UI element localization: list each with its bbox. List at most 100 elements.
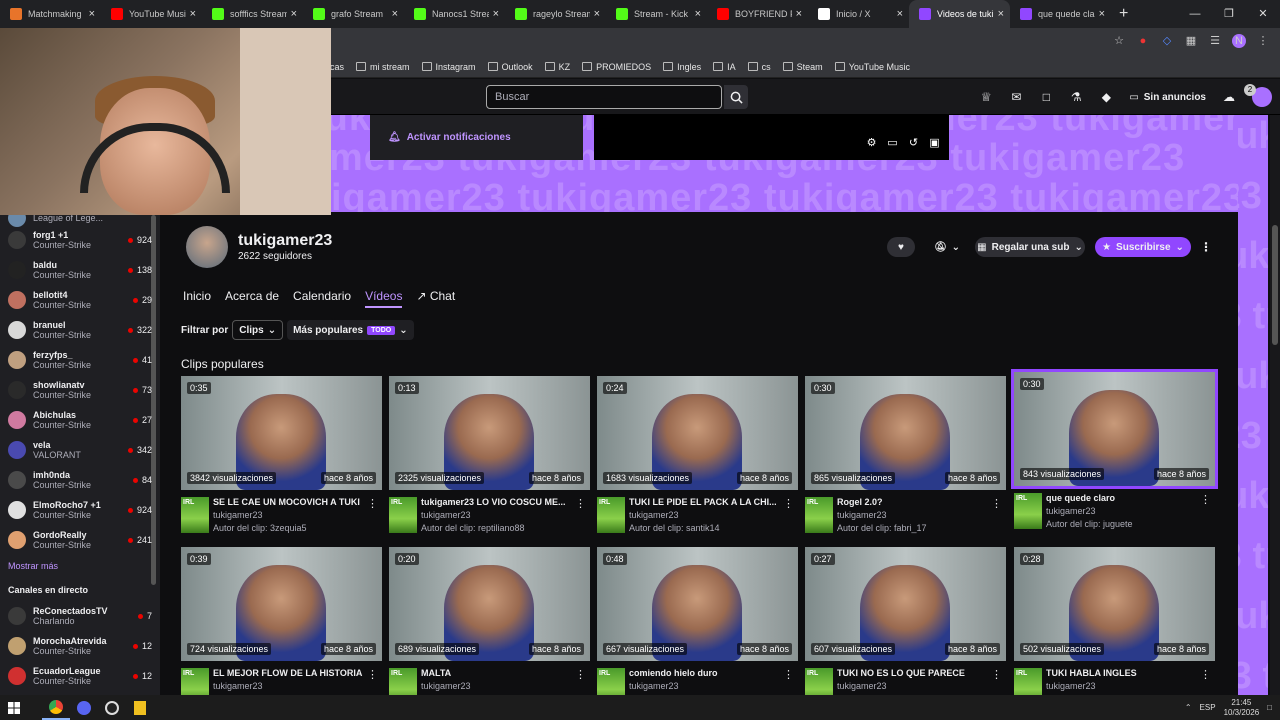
clip-title[interactable]: Rogel 2.0? xyxy=(837,497,989,507)
bookmark-item[interactable]: IA xyxy=(713,62,736,72)
clip-card[interactable]: 0:24 1683 visualizaciones hace 8 años IRL TU… xyxy=(597,376,798,537)
reading-list-icon[interactable]: ☰ xyxy=(1208,34,1222,48)
clip-channel[interactable]: tukigamer23 xyxy=(1046,681,1096,691)
new-tab-icon[interactable]: + xyxy=(1119,5,1128,23)
tab-close-icon[interactable]: × xyxy=(291,8,297,20)
drops-icon[interactable]: ☁ xyxy=(1222,90,1236,104)
extension-blue-icon[interactable]: ◇ xyxy=(1160,34,1174,48)
clip-channel[interactable]: tukigamer23 xyxy=(213,681,263,691)
bookmark-item[interactable]: mi stream xyxy=(356,62,410,72)
browser-tab[interactable]: Stream - Kick × xyxy=(606,0,707,28)
sidebar-channel[interactable]: showlianatv Counter-Strike 73 xyxy=(0,375,160,405)
extensions-puzzle-icon[interactable]: ▦ xyxy=(1184,34,1198,48)
restore-icon[interactable]: ❐ xyxy=(1212,0,1246,28)
clip-channel[interactable]: tukigamer23 xyxy=(421,681,471,691)
sidebar-channel[interactable]: Abichulas Counter-Strike 27 xyxy=(0,405,160,435)
crown-icon[interactable]: ♕ xyxy=(979,90,993,104)
profile-avatar[interactable]: N xyxy=(1232,34,1246,48)
clip-card[interactable]: 0:30 865 visualizaciones hace 8 años IRL Rog… xyxy=(805,376,1006,537)
clip-title[interactable]: MALTA xyxy=(421,668,573,678)
close-window-icon[interactable]: ✕ xyxy=(1246,0,1280,28)
game-category-icon[interactable]: IRL xyxy=(1014,493,1042,529)
clip-more-icon[interactable]: ⋮ xyxy=(367,497,378,510)
clip-thumbnail[interactable]: 0:30 865 visualizaciones hace 8 años xyxy=(805,376,1006,490)
sidebar-channel[interactable]: MorochaAtrevida Counter-Strike 12 xyxy=(0,631,160,661)
bookmark-item[interactable]: PROMIEDOS xyxy=(582,62,651,72)
browser-tab[interactable]: rageylo Stream × xyxy=(505,0,606,28)
notification-center-icon[interactable]: □ xyxy=(1267,703,1272,712)
video-player[interactable]: ⚙ ▭ ↺ ▣ xyxy=(594,115,949,160)
clip-channel[interactable]: tukigamer23 xyxy=(837,510,887,520)
tab-close-icon[interactable]: × xyxy=(594,8,600,20)
browser-menu-icon[interactable]: ⋮ xyxy=(1256,34,1270,48)
sidebar-channel[interactable]: imh0nda Counter-Strike 84 xyxy=(0,465,160,495)
tab-close-icon[interactable]: × xyxy=(1099,8,1105,20)
bookmark-item[interactable]: Outlook xyxy=(487,62,533,72)
sidebar-channel[interactable]: GordoReally Counter-Strike 241 xyxy=(0,525,160,555)
clip-title[interactable]: EL MEJOR FLOW DE LA HISTORIA xyxy=(213,668,365,678)
game-taskbar-icon[interactable] xyxy=(126,695,154,720)
minimize-icon[interactable]: — xyxy=(1178,0,1212,28)
tab-inicio[interactable]: Inicio xyxy=(183,289,211,308)
browser-tab[interactable]: Matchmaking × xyxy=(0,0,101,28)
clip-card[interactable]: 0:30 843 visualizaciones hace 8 años IRL que… xyxy=(1011,369,1218,533)
clip-thumbnail[interactable]: 0:20 689 visualizaciones hace 8 años xyxy=(389,547,590,661)
clip-card[interactable]: 0:35 3842 visualizaciones hace 8 años IRL SE… xyxy=(181,376,382,537)
tab-vdeos[interactable]: Vídeos xyxy=(365,289,403,308)
show-more-link[interactable]: Mostrar más xyxy=(0,555,160,577)
clip-more-icon[interactable]: ⋮ xyxy=(991,668,1002,681)
browser-tab[interactable]: grafo Stream × xyxy=(303,0,404,28)
clip-channel[interactable]: tukigamer23 xyxy=(213,510,263,520)
clip-title[interactable]: que quede claro xyxy=(1046,493,1198,503)
gift-sub-button[interactable]: ▦ Regalar una sub ⌄ xyxy=(975,237,1085,257)
clip-channel[interactable]: tukigamer23 xyxy=(629,681,679,691)
clip-thumbnail[interactable]: 0:27 607 visualizaciones hace 8 años xyxy=(805,547,1006,661)
filter-sort-dropdown[interactable]: Más populares TODO ⌄ xyxy=(287,320,414,340)
clip-title[interactable]: tukigamer23 LO VIO COSCU ME... xyxy=(421,497,573,507)
clip-thumbnail[interactable]: 0:13 2325 visualizaciones hace 8 años xyxy=(389,376,590,490)
obs-taskbar-icon[interactable] xyxy=(98,695,126,720)
tab-close-icon[interactable]: × xyxy=(897,8,903,20)
lang-indicator[interactable]: ESP xyxy=(1200,703,1216,712)
clip-title[interactable]: SE LE CAE UN MOCOVICH A TUKI xyxy=(213,497,365,507)
clip-title[interactable]: TUKI HABLA INGLES xyxy=(1046,668,1198,678)
no-ads-button[interactable]: ▭ Sin anuncios xyxy=(1129,92,1206,103)
bookmark-item[interactable]: Ingles xyxy=(663,62,701,72)
tab-calendario[interactable]: Calendario xyxy=(293,289,351,308)
clip-card[interactable]: 0:48 667 visualizaciones hace 8 años IRL com… xyxy=(597,547,798,708)
sidebar-channel[interactable]: baldu Counter-Strike 138 xyxy=(0,255,160,285)
bookmark-item[interactable]: cas xyxy=(330,62,344,72)
whispers-icon[interactable]: □ xyxy=(1039,90,1053,104)
bits-icon[interactable]: ◆ xyxy=(1099,90,1113,104)
windows-start-icon[interactable] xyxy=(0,695,28,720)
page-scrollbar[interactable] xyxy=(1270,115,1280,695)
tab-close-icon[interactable]: × xyxy=(998,8,1004,20)
clip-channel[interactable]: tukigamer23 xyxy=(1046,506,1096,516)
clip-channel[interactable]: tukigamer23 xyxy=(629,510,679,520)
game-category-icon[interactable]: IRL xyxy=(389,497,417,533)
clip-more-icon[interactable]: ⋮ xyxy=(367,668,378,681)
game-category-icon[interactable]: IRL xyxy=(597,497,625,533)
clip-title[interactable]: TUKI NO ES LO QUE PARECE xyxy=(837,668,989,678)
browser-tab[interactable]: Inicio / X × xyxy=(808,0,909,28)
clip-more-icon[interactable]: ⋮ xyxy=(1200,668,1211,681)
clip-more-icon[interactable]: ⋮ xyxy=(575,497,586,510)
browser-tab[interactable]: Nanocs1 Stream × xyxy=(404,0,505,28)
tab-close-icon[interactable]: × xyxy=(695,8,701,20)
clip-card[interactable]: 0:28 502 visualizaciones hace 8 años IRL TUK… xyxy=(1014,547,1215,708)
browser-tab[interactable]: sofffics Stream × xyxy=(202,0,303,28)
translate-icon[interactable]: ⚗ xyxy=(1069,90,1083,104)
page-scrollbar-thumb[interactable] xyxy=(1272,225,1278,345)
activate-notifications-button[interactable]: 🔔︎ Activar notificaciones xyxy=(370,115,583,160)
bookmark-star-icon[interactable]: ☆ xyxy=(1112,34,1126,48)
browser-tab[interactable]: que quede cla × xyxy=(1010,0,1111,28)
channel-avatar[interactable] xyxy=(186,226,228,268)
clip-thumbnail[interactable]: 0:35 3842 visualizaciones hace 8 años xyxy=(181,376,382,490)
sidebar-channel[interactable]: ReConectadosTV Charlando 7 xyxy=(0,601,160,631)
tab-acercade[interactable]: Acerca de xyxy=(225,289,279,308)
theatre-mode-icon[interactable]: ▭ xyxy=(886,137,899,150)
sidebar-channel[interactable]: vela VALORANT 342 xyxy=(0,435,160,465)
clip-more-icon[interactable]: ⋮ xyxy=(991,497,1002,510)
sidebar-channel[interactable]: ElmoRocho7 +1 Counter-Strike 924 xyxy=(0,495,160,525)
sidebar-channel[interactable]: EcuadorLeague Counter-Strike 12 xyxy=(0,661,160,691)
